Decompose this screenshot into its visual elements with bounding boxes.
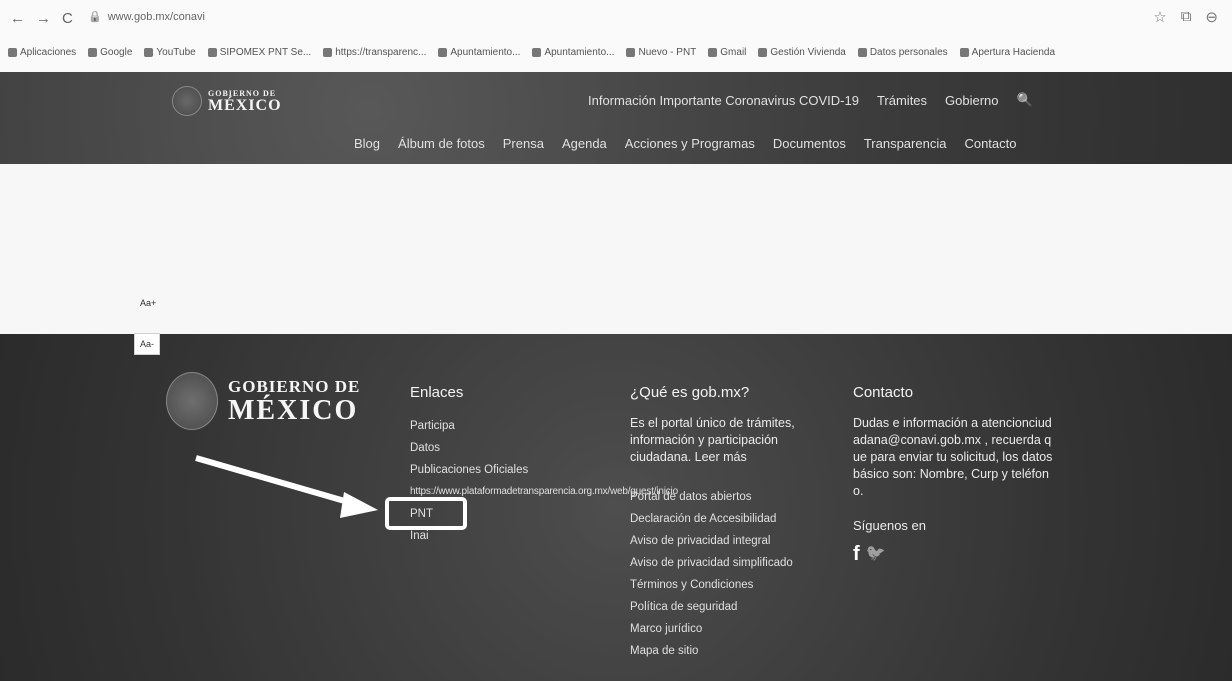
bookmark-icon [323, 47, 333, 57]
profile-icon[interactable]: ⊖ [1205, 8, 1218, 26]
facebook-icon[interactable]: f [853, 543, 860, 566]
back-button[interactable]: ← [10, 10, 25, 27]
seal-icon [172, 86, 202, 116]
link-aviso-integral[interactable]: Aviso de privacidad integral [630, 530, 830, 552]
bookmark-icon [8, 47, 17, 57]
nav-agenda[interactable]: Agenda [562, 136, 607, 151]
bookmarks-bar: Aplicaciones Google YouTube SIPOMEX PNT Se.… [8, 42, 1218, 62]
contacto-title: Contacto [853, 384, 914, 401]
link-mapa-sitio[interactable]: Mapa de sitio [630, 640, 830, 662]
nav-documentos[interactable]: Documentos [773, 136, 846, 151]
forward-button[interactable]: → [36, 10, 51, 27]
browser-toolbar: ← → C 🔒 www.gob.mx/conavi ☆ ⧉ ⊖ [0, 6, 1232, 32]
footer-logo-line1: GOBIERNO DE [228, 377, 361, 396]
bookmark-label: Aplicaciones [20, 46, 77, 58]
search-icon[interactable]: 🔍 [1017, 92, 1033, 108]
footer-logo[interactable]: GOBIERNO DE MÉXICO [166, 372, 360, 430]
highlight-box [385, 497, 467, 530]
toolbar-icons: ☆ ⧉ ⊖ [1153, 8, 1218, 26]
footer-logo-line2: MÉXICO [228, 395, 359, 426]
bookmark-icon [207, 47, 217, 57]
bookmark-label: Apertura Hacienda [971, 46, 1056, 58]
bookmark-icon [708, 47, 718, 57]
site-header: GOBIERNO DE MÉXICO Información Important… [0, 72, 1232, 164]
address-bar[interactable]: 🔒 www.gob.mx/conavi [88, 10, 205, 24]
bookmark-icon [532, 47, 542, 57]
reload-button[interactable]: C [62, 10, 73, 27]
link-datos-abiertos[interactable]: Portal de datos abiertos [630, 486, 830, 508]
contacto-column: Contacto Dudas e información a atencionc… [853, 384, 1053, 566]
bookmark-item[interactable]: Apuntamiento... [438, 47, 520, 58]
link-aviso-simplificado[interactable]: Aviso de privacidad simplificado [630, 552, 830, 574]
bookmark-label: Apuntamiento... [544, 46, 615, 58]
nav-covid[interactable]: Información Importante Coronavirus COVID… [588, 93, 859, 108]
bookmark-item[interactable]: SIPOMEX PNT Se... [207, 46, 312, 58]
bookmark-icon [626, 47, 636, 57]
star-icon[interactable]: ☆ [1153, 8, 1166, 26]
bookmark-icon [88, 47, 98, 57]
site-footer: GOBIERNO DE MÉXICO Enlaces Participa Dat… [0, 334, 1232, 681]
bookmark-item[interactable]: Gestión Vivienda [758, 46, 846, 58]
link-seguridad[interactable]: Política de seguridad [630, 596, 830, 618]
font-increase-button[interactable]: Aa+ [140, 298, 156, 308]
nav-gobierno[interactable]: Gobierno [945, 93, 998, 108]
main-nav: Blog Álbum de fotos Prensa Agenda Accion… [354, 136, 1017, 151]
logo-line2: MÉXICO [208, 96, 282, 114]
bookmark-label: YouTube [156, 46, 196, 58]
bookmark-item[interactable]: Datos personales [857, 46, 948, 58]
bookmark-label: https://transparenc... [335, 46, 427, 58]
twitter-icon[interactable]: 🐦 [866, 543, 886, 566]
contacto-text: Dudas e información a atencionciudadana@… [853, 416, 1053, 498]
header-logo[interactable]: GOBIERNO DE MÉXICO [172, 86, 282, 116]
social-icons: f 🐦 [853, 543, 1053, 566]
link-accesibilidad[interactable]: Declaración de Accesibilidad [630, 508, 830, 530]
bookmark-label: Gmail [720, 46, 747, 58]
nav-contacto[interactable]: Contacto [964, 136, 1016, 151]
nav-tramites[interactable]: Trámites [877, 93, 927, 108]
bookmark-icon [144, 47, 154, 57]
bookmark-icon [758, 47, 768, 57]
bookmark-item[interactable]: Aplicaciones [8, 47, 76, 58]
top-nav: Información Importante Coronavirus COVID… [588, 92, 1033, 108]
bookmark-item[interactable]: Google [88, 47, 132, 58]
font-decrease-button[interactable]: Aa- [134, 333, 160, 355]
bookmark-item[interactable]: https://transparenc... [323, 47, 426, 58]
bookmark-label: SIPOMEX PNT Se... [219, 46, 312, 58]
bookmark-icon [438, 47, 448, 57]
link-marco-juridico[interactable]: Marco jurídico [630, 618, 830, 640]
lock-icon: 🔒 [88, 11, 102, 23]
bookmark-label: Nuevo - PNT [638, 46, 697, 58]
bookmark-item[interactable]: YouTube [144, 46, 196, 58]
que-es-title: ¿Qué es gob.mx? [630, 384, 750, 401]
seal-icon [166, 372, 218, 430]
bookmark-item[interactable]: Apuntamiento... [532, 47, 614, 58]
bookmark-label: Datos personales [869, 46, 948, 58]
bookmark-item[interactable]: Apertura Hacienda [959, 46, 1056, 58]
bookmark-label: Google [100, 46, 133, 58]
bookmark-label: Gestión Vivienda [770, 46, 846, 58]
nav-prensa[interactable]: Prensa [503, 136, 544, 151]
nav-acciones[interactable]: Acciones y Programas [625, 136, 755, 151]
browser-chrome: ← → C 🔒 www.gob.mx/conavi ☆ ⧉ ⊖ Aplicaci… [0, 0, 1232, 72]
nav-transparencia[interactable]: Transparencia [864, 136, 947, 151]
extension-icon[interactable]: ⧉ [1181, 8, 1192, 26]
bookmark-label: Apuntamiento... [450, 46, 521, 58]
bookmark-icon [857, 47, 867, 57]
bookmark-item[interactable]: Gmail [708, 47, 746, 58]
url-text: www.gob.mx/conavi [107, 10, 205, 23]
social-title: Síguenos en [853, 518, 927, 533]
bookmark-icon [959, 47, 969, 57]
nav-blog[interactable]: Blog [354, 136, 380, 151]
link-terminos[interactable]: Términos y Condiciones [630, 574, 830, 596]
que-es-column: ¿Qué es gob.mx? Es el portal único de tr… [630, 384, 830, 662]
bookmark-item[interactable]: Nuevo - PNT [626, 47, 696, 58]
que-es-text: Es el portal único de trámites, informac… [630, 416, 795, 464]
nav-album[interactable]: Álbum de fotos [398, 136, 485, 151]
